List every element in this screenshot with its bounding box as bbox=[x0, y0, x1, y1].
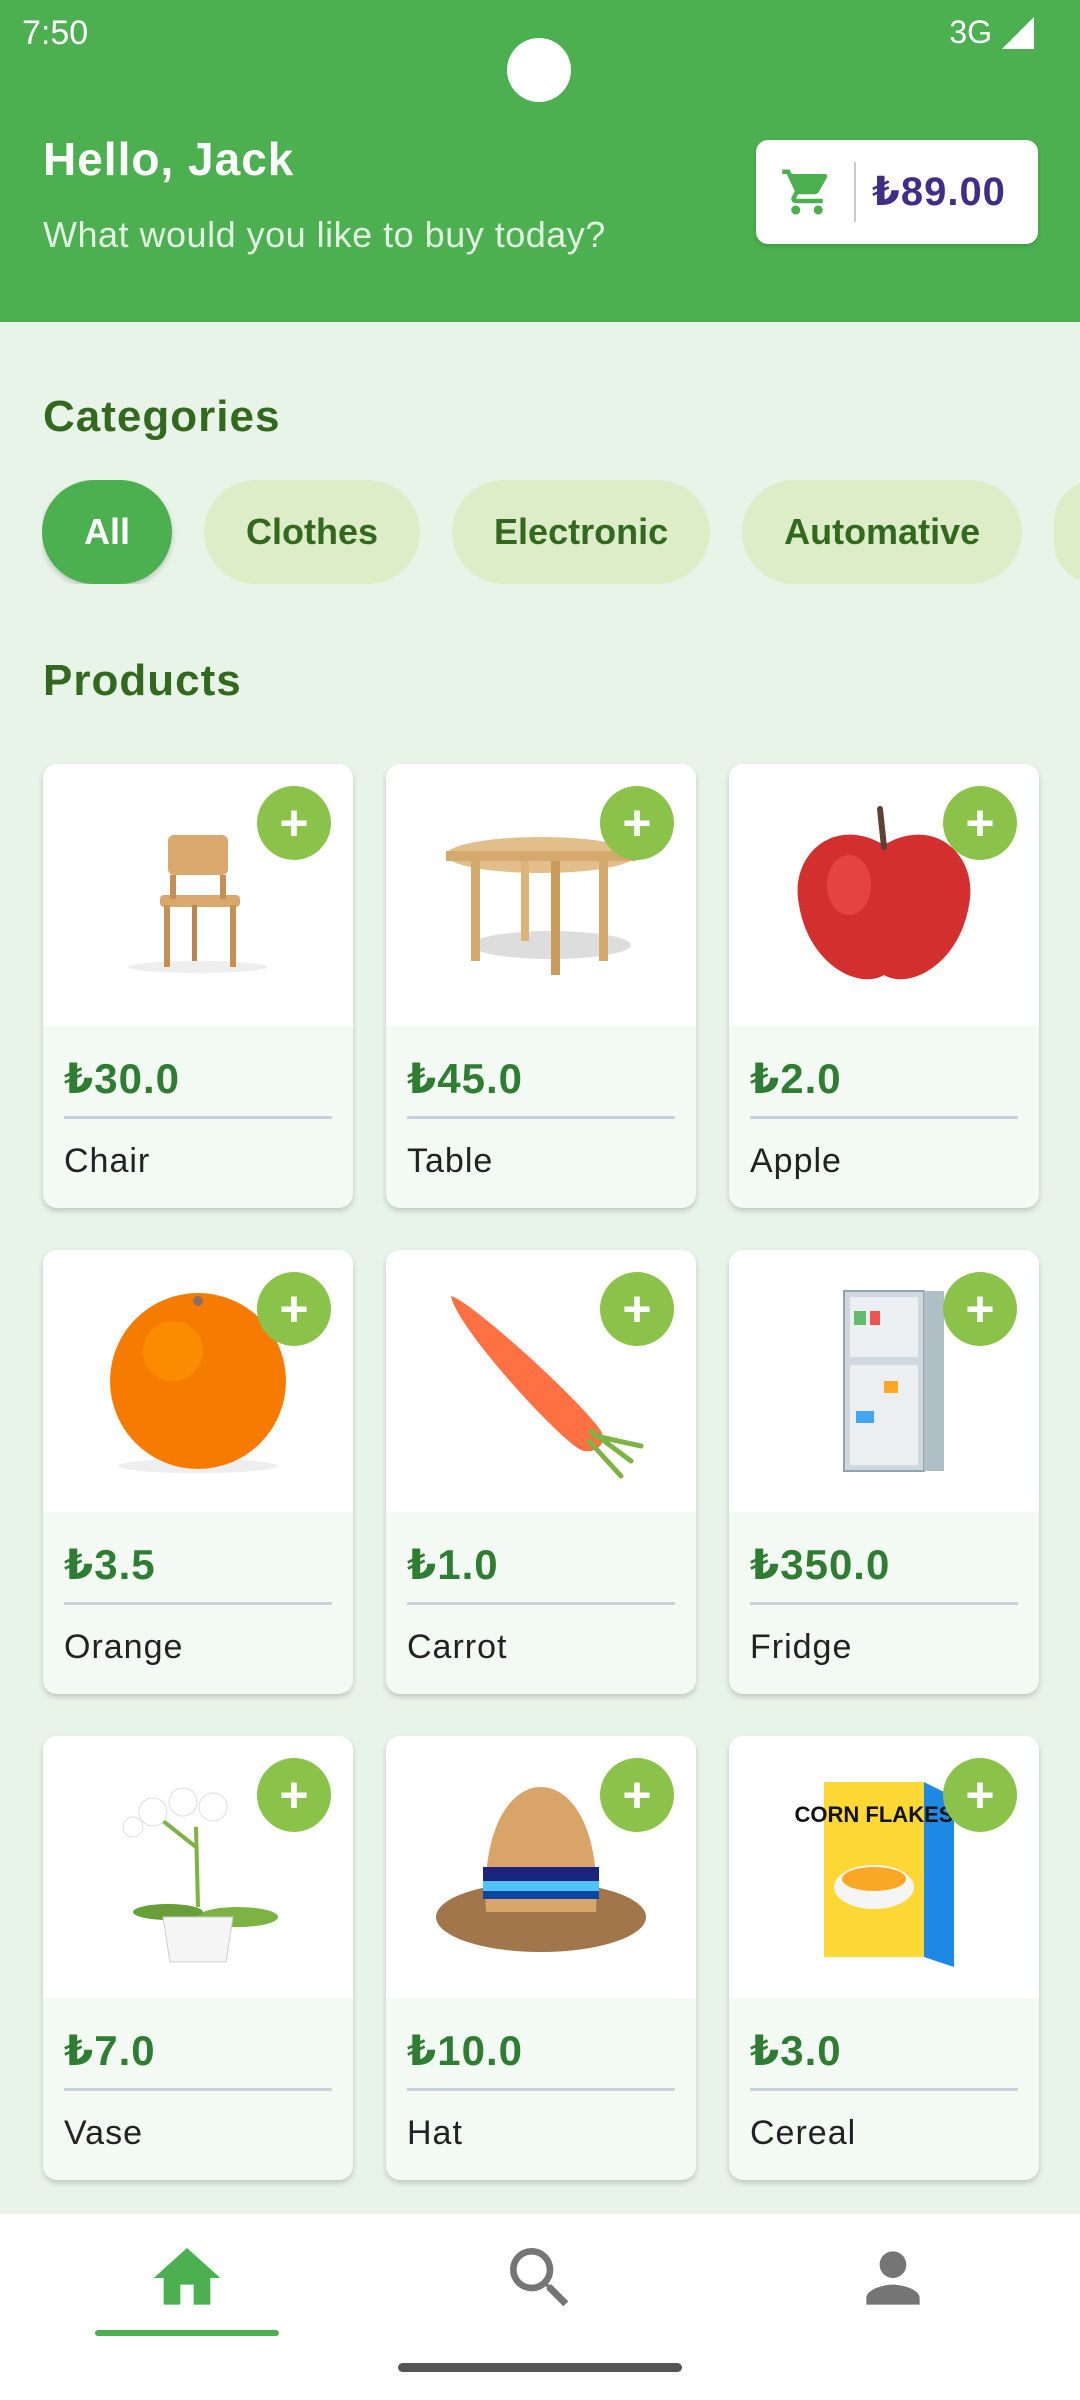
camera-cutout bbox=[507, 38, 571, 102]
product-name: Table bbox=[407, 1142, 494, 1180]
product-name: Fridge bbox=[750, 1628, 853, 1666]
product-name: Carrot bbox=[407, 1628, 508, 1666]
signal-icon bbox=[1002, 16, 1034, 49]
nav-selected-indicator bbox=[95, 2330, 279, 2336]
product-price: ₺10.0 bbox=[407, 2027, 523, 2074]
price-divider bbox=[407, 1116, 675, 1119]
product-price: ₺1.0 bbox=[407, 1541, 499, 1588]
greeting-text: Hello, Jack bbox=[43, 133, 295, 185]
status-indicators: 3G bbox=[949, 14, 1034, 51]
product-name: Chair bbox=[64, 1142, 151, 1180]
price-divider bbox=[750, 1602, 1018, 1605]
app-header: 7:50 3G Hello, Jack What would you like … bbox=[0, 0, 1080, 322]
product-price: ₺2.0 bbox=[750, 1055, 842, 1102]
product-price: ₺350.0 bbox=[750, 1541, 891, 1588]
product-card-table[interactable]: + ₺45.0 Table bbox=[386, 764, 696, 1208]
product-price: ₺45.0 bbox=[407, 1055, 523, 1102]
price-divider bbox=[407, 2088, 675, 2091]
category-chips: All Clothes Electronic Automative bbox=[42, 480, 1080, 584]
product-card-apple[interactable]: + ₺2.0 Apple bbox=[729, 764, 1039, 1208]
add-to-cart-button[interactable]: + bbox=[943, 1272, 1017, 1346]
cart-divider bbox=[854, 162, 856, 222]
product-price: ₺7.0 bbox=[64, 2027, 156, 2074]
product-name: Cereal bbox=[750, 2114, 857, 2152]
add-to-cart-button[interactable]: + bbox=[257, 1272, 331, 1346]
product-card-hat[interactable]: + ₺10.0 Hat bbox=[386, 1736, 696, 2180]
product-card-carrot[interactable]: + ₺1.0 Carrot bbox=[386, 1250, 696, 1694]
category-chip-all[interactable]: All bbox=[42, 480, 173, 584]
product-name: Apple bbox=[750, 1142, 842, 1180]
products-title: Products bbox=[43, 656, 242, 705]
nav-profile[interactable] bbox=[798, 2238, 988, 2348]
cart-button[interactable]: ₺89.00 bbox=[756, 140, 1038, 244]
nav-search[interactable] bbox=[445, 2238, 635, 2348]
categories-title: Categories bbox=[43, 392, 281, 441]
network-type: 3G bbox=[949, 14, 992, 50]
product-name: Hat bbox=[407, 2114, 463, 2152]
svg-text:CORN FLAKES: CORN FLAKES bbox=[795, 1802, 954, 1827]
add-to-cart-button[interactable]: + bbox=[943, 786, 1017, 860]
category-chip-clothes[interactable]: Clothes bbox=[204, 480, 421, 584]
status-time: 7:50 bbox=[22, 14, 89, 52]
bottom-navigation bbox=[0, 2214, 1080, 2400]
price-divider bbox=[750, 1116, 1018, 1119]
home-icon bbox=[153, 2248, 221, 2305]
add-to-cart-button[interactable]: + bbox=[257, 786, 331, 860]
product-price: ₺3.0 bbox=[750, 2027, 842, 2074]
add-to-cart-button[interactable]: + bbox=[600, 1272, 674, 1346]
product-card-cereal[interactable]: CORN FLAKES + ₺3.0 Cereal bbox=[729, 1736, 1039, 2180]
gesture-home-bar[interactable] bbox=[398, 2363, 682, 2372]
search-icon bbox=[510, 2248, 569, 2307]
category-chip-electronic[interactable]: Electronic bbox=[452, 480, 711, 584]
product-name: Vase bbox=[64, 2114, 143, 2152]
add-to-cart-button[interactable]: + bbox=[943, 1758, 1017, 1832]
product-card-vase[interactable]: + ₺7.0 Vase bbox=[43, 1736, 353, 2180]
price-divider bbox=[750, 2088, 1018, 2091]
category-chip-automative[interactable]: Automative bbox=[742, 480, 1023, 584]
cart-icon bbox=[782, 169, 828, 215]
price-divider bbox=[64, 2088, 332, 2091]
add-to-cart-button[interactable]: + bbox=[257, 1758, 331, 1832]
profile-icon bbox=[866, 2251, 920, 2305]
product-card-fridge[interactable]: + ₺350.0 Fridge bbox=[729, 1250, 1039, 1694]
price-divider bbox=[64, 1116, 332, 1119]
product-price: ₺3.5 bbox=[64, 1541, 156, 1588]
cart-total: ₺89.00 bbox=[872, 170, 1006, 214]
add-to-cart-button[interactable]: + bbox=[600, 1758, 674, 1832]
add-to-cart-button[interactable]: + bbox=[600, 786, 674, 860]
product-card-chair[interactable]: + ₺30.0 Chair bbox=[43, 764, 353, 1208]
product-price: ₺30.0 bbox=[64, 1055, 180, 1102]
price-divider bbox=[407, 1602, 675, 1605]
price-divider bbox=[64, 1602, 332, 1605]
product-card-orange[interactable]: + ₺3.5 Orange bbox=[43, 1250, 353, 1694]
product-name: Orange bbox=[64, 1628, 184, 1666]
greeting-subtitle: What would you like to buy today? bbox=[43, 214, 606, 255]
category-chip-more[interactable] bbox=[1054, 480, 1080, 584]
product-grid: + ₺30.0 Chair + ₺45.0 Table + ₺2.0 Apple… bbox=[43, 764, 1039, 2180]
